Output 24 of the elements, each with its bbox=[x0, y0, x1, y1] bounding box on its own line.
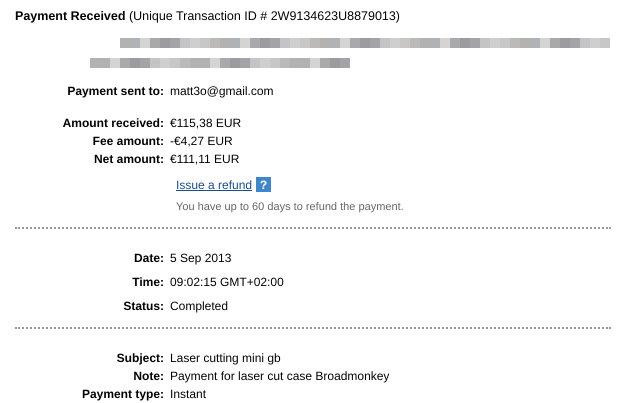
field-value: Instant bbox=[170, 386, 206, 403]
field-value: Completed bbox=[170, 298, 228, 316]
refund-note: You have up to 60 days to refund the payment. bbox=[176, 200, 404, 213]
field-value: Payment for laser cut case Broadmonkey bbox=[170, 368, 390, 386]
field-label: Fee amount: bbox=[92, 134, 164, 148]
field-value: Laser cutting mini gb bbox=[170, 350, 281, 368]
field-label: Amount received: bbox=[62, 116, 164, 130]
field-value: €115,38 EUR bbox=[170, 114, 242, 132]
field-value: matt3o@gmail.com bbox=[170, 82, 274, 100]
field-value: 09:02:15 GMT+02:00 bbox=[170, 274, 284, 292]
field-label: Payment sent to: bbox=[67, 84, 164, 98]
field-label: Note: bbox=[133, 369, 164, 384]
page-title: Payment Received (Unique Transaction ID # 2W9134623U8879013) bbox=[15, 9, 400, 23]
field-label: Subject: bbox=[116, 351, 164, 366]
field-label: Status: bbox=[123, 299, 164, 314]
field-label: Net amount: bbox=[94, 152, 164, 166]
field-label: Date: bbox=[134, 251, 164, 266]
field-value: -€4,27 EUR bbox=[170, 132, 233, 150]
field-label: Time: bbox=[132, 275, 164, 290]
field-value: 5 Sep 2013 bbox=[170, 250, 232, 268]
field-label: Payment type: bbox=[82, 387, 164, 402]
help-button[interactable]: ? bbox=[256, 177, 272, 192]
field-value: €111,11 EUR bbox=[170, 150, 240, 168]
refund-link[interactable]: Issue a refund bbox=[176, 176, 252, 194]
